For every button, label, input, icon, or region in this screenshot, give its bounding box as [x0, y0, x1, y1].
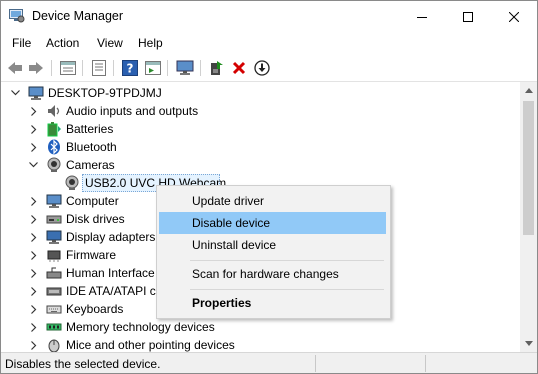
action-panel-icon[interactable] — [143, 58, 163, 78]
mouse-icon — [46, 337, 62, 352]
list-icon[interactable] — [89, 58, 109, 78]
title-bar[interactable]: Device Manager — [1, 1, 537, 32]
scroll-down-icon[interactable] — [520, 335, 537, 352]
toolbar: ? — [1, 54, 537, 82]
tree-item-batteries[interactable]: Batteries — [1, 120, 520, 138]
expand-chevron-icon[interactable] — [29, 321, 39, 333]
menu-item-label: Uninstall device — [192, 238, 277, 252]
tree-item-label: Computer — [66, 194, 119, 208]
status-text: Disables the selected device. — [5, 357, 161, 371]
computer-icon — [28, 85, 44, 101]
menu-file[interactable]: File — [12, 36, 31, 50]
keyboard-icon — [46, 301, 62, 317]
scrollbar-thumb[interactable] — [523, 101, 534, 235]
uninstall-icon[interactable] — [229, 58, 249, 78]
ide-icon — [46, 283, 62, 299]
tree-item-label: Mice and other pointing devices — [66, 338, 235, 352]
status-bar: Disables the selected device. — [1, 352, 537, 373]
status-divider — [315, 355, 316, 372]
maximize-button[interactable] — [445, 1, 491, 32]
disk-icon — [46, 211, 62, 227]
expand-chevron-icon[interactable] — [29, 267, 39, 279]
menu-item-disable-device[interactable]: Disable device — [159, 212, 386, 234]
tree-item-mice[interactable]: Mice and other pointing devices — [1, 336, 520, 352]
minimize-button[interactable] — [399, 1, 445, 32]
toolbar-separator — [51, 60, 52, 76]
tree-root-label: DESKTOP-9TPDJMJ — [48, 86, 162, 100]
toolbar-separator — [167, 60, 168, 76]
status-divider — [425, 355, 426, 372]
tree-item-label: Bluetooth — [66, 140, 117, 154]
svg-text:?: ? — [127, 62, 134, 76]
bluetooth-icon — [46, 139, 62, 155]
expand-chevron-icon[interactable] — [29, 231, 39, 243]
toolbar-separator — [82, 60, 83, 76]
expand-chevron-icon[interactable] — [29, 141, 39, 153]
tree-item-label: Keyboards — [66, 302, 124, 316]
camera-icon — [46, 157, 62, 173]
download-icon[interactable] — [252, 58, 272, 78]
forward-arrow-icon[interactable] — [26, 58, 46, 78]
menu-item-properties[interactable]: Properties — [159, 292, 386, 314]
webcam-icon — [64, 175, 80, 191]
chip-icon — [46, 247, 62, 263]
battery-icon — [46, 121, 62, 137]
tree-item-label: Firmware — [66, 248, 116, 262]
tree-root[interactable]: DESKTOP-9TPDJMJ — [1, 84, 520, 102]
expand-chevron-icon[interactable] — [29, 249, 39, 261]
close-button[interactable] — [491, 1, 537, 32]
device-manager-window: Device Manager File Action View Help ? D… — [0, 0, 538, 374]
hid-icon — [46, 265, 62, 281]
menu-view[interactable]: View — [97, 36, 123, 50]
help-icon[interactable]: ? — [120, 58, 140, 78]
expand-chevron-icon[interactable] — [29, 303, 39, 315]
context-menu: Update driver Disable device Uninstall d… — [156, 185, 391, 319]
menu-item-label: Properties — [192, 296, 252, 310]
tree-item-cameras[interactable]: Cameras — [1, 156, 520, 174]
expand-chevron-icon[interactable] — [29, 123, 39, 135]
tree-item-memory[interactable]: Memory technology devices — [1, 318, 520, 336]
collapse-chevron-icon[interactable] — [28, 159, 38, 171]
display-icon — [46, 229, 62, 245]
menu-separator — [190, 289, 384, 290]
tree-item-audio[interactable]: Audio inputs and outputs — [1, 102, 520, 120]
vertical-scrollbar[interactable] — [520, 82, 537, 352]
properties-icon[interactable] — [58, 58, 78, 78]
tree-item-label: Audio inputs and outputs — [66, 104, 199, 118]
speaker-icon — [46, 103, 62, 119]
collapse-chevron-icon[interactable] — [10, 87, 20, 99]
tree-item-label: Display adapters — [66, 230, 156, 244]
menu-item-label: Scan for hardware changes — [192, 267, 339, 281]
menu-bar: File Action View Help — [1, 32, 537, 54]
tree-item-label: Cameras — [66, 158, 115, 172]
back-arrow-icon[interactable] — [5, 58, 25, 78]
toolbar-separator — [113, 60, 114, 76]
monitor-icon[interactable] — [175, 58, 195, 78]
tree-item-bluetooth[interactable]: Bluetooth — [1, 138, 520, 156]
memory-icon — [46, 319, 62, 335]
expand-chevron-icon[interactable] — [29, 285, 39, 297]
menu-item-label: Disable device — [192, 216, 271, 230]
menu-action[interactable]: Action — [46, 36, 79, 50]
computer-icon — [46, 193, 62, 209]
menu-separator — [190, 260, 384, 261]
menu-item-scan-hardware[interactable]: Scan for hardware changes — [159, 263, 386, 285]
toolbar-separator — [200, 60, 201, 76]
device-manager-app-icon — [9, 9, 25, 23]
menu-item-uninstall-device[interactable]: Uninstall device — [159, 234, 386, 256]
expand-chevron-icon[interactable] — [29, 213, 39, 225]
menu-item-update-driver[interactable]: Update driver — [159, 190, 386, 212]
tree-item-label: Memory technology devices — [66, 320, 215, 334]
tree-item-label: Batteries — [66, 122, 114, 136]
menu-item-label: Update driver — [192, 194, 265, 208]
tree-item-label: Disk drives — [66, 212, 125, 226]
scroll-up-icon[interactable] — [520, 82, 537, 99]
menu-help[interactable]: Help — [138, 36, 163, 50]
expand-chevron-icon[interactable] — [29, 195, 39, 207]
expand-chevron-icon[interactable] — [29, 339, 39, 351]
update-driver-icon[interactable] — [206, 58, 226, 78]
expand-chevron-icon[interactable] — [29, 105, 39, 117]
window-title: Device Manager — [32, 9, 124, 23]
